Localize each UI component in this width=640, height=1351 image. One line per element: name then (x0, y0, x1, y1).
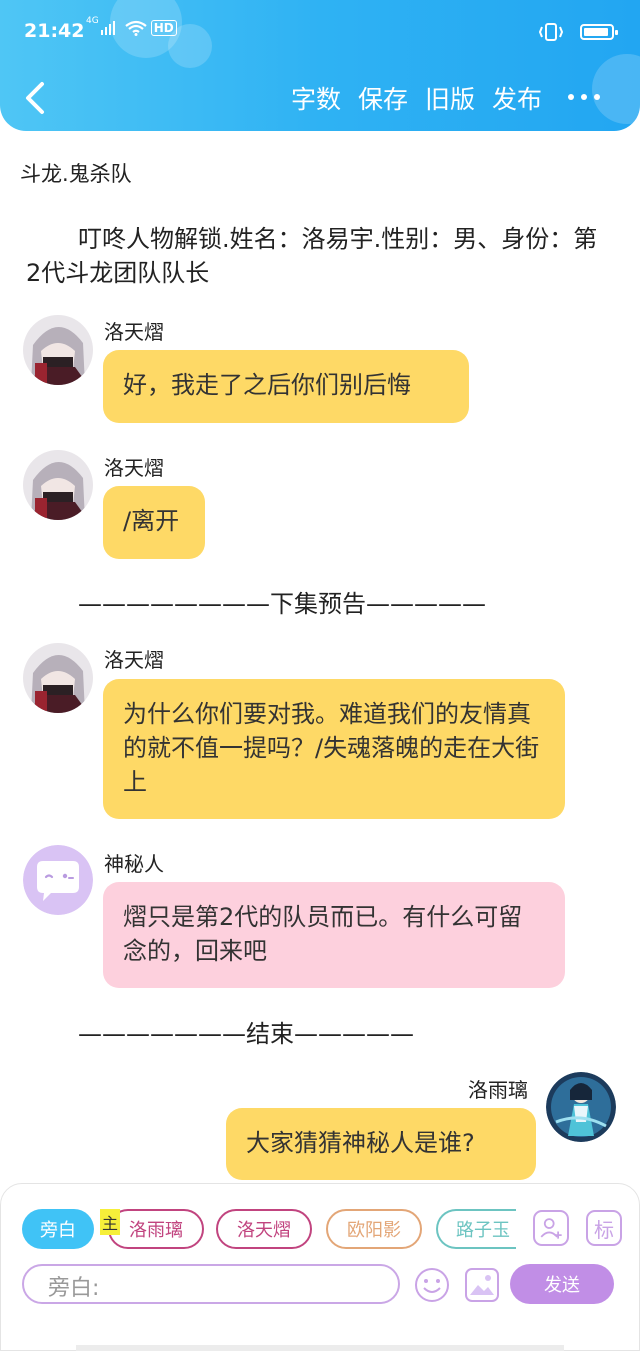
chat-bubble-avatar-icon (23, 845, 93, 915)
luoyuli-avatar (546, 1072, 616, 1142)
status-bar: 21:42 4G HD (0, 0, 640, 62)
main-character-badge: 主 (100, 1209, 120, 1235)
speaker-name: 洛天熠 (104, 456, 164, 480)
luotianyi-avatar (23, 450, 93, 520)
message-input[interactable]: 旁白: (22, 1264, 400, 1304)
add-role-icon[interactable] (533, 1210, 569, 1246)
keyboard-edge (76, 1345, 564, 1351)
role-chip-narrator[interactable]: 旁白 (22, 1209, 94, 1249)
send-button[interactable]: 发送 (510, 1264, 614, 1304)
role-chip-ouyangying[interactable]: 欧阳影 (326, 1209, 422, 1249)
status-icons: 4G HD (86, 16, 177, 36)
chapter-title: 斗龙.鬼杀队 (20, 162, 132, 186)
section-divider: ———————结束————— (78, 1020, 414, 1048)
save-button[interactable]: 保存 (358, 80, 408, 116)
speaker-name: 洛天熠 (104, 648, 164, 672)
luotianyi-avatar (23, 643, 93, 713)
top-app-bar: 21:42 4G HD 字数 保存 旧版 发布 (0, 0, 640, 131)
chat-bubble[interactable]: 为什么你们要对我。难道我们的友情真的就不值一提吗？/失魂落魄的走在大街上 (103, 679, 565, 819)
luotianyi-avatar (23, 315, 93, 385)
speaker-name: 神秘人 (104, 852, 164, 876)
image-icon[interactable] (464, 1267, 500, 1303)
role-chip-luziyu[interactable]: 路子玉 (436, 1209, 516, 1249)
status-time: 21:42 (24, 20, 85, 42)
toolbar-actions: 字数 保存 旧版 发布 (291, 80, 542, 116)
section-divider: ————————下集预告————— (78, 590, 486, 618)
word-count-button[interactable]: 字数 (291, 80, 341, 116)
role-chip-luotianyi[interactable]: 洛天熠 (216, 1209, 312, 1249)
wifi-icon (125, 20, 147, 36)
vibrate-icon (538, 23, 564, 41)
chat-bubble[interactable]: 熠只是第2代的队员而已。有什么可留念的，回来吧 (103, 882, 565, 988)
back-arrow-icon[interactable] (20, 78, 56, 118)
old-version-button[interactable]: 旧版 (425, 80, 475, 116)
chat-bubble[interactable]: /离开 (103, 486, 205, 559)
more-menu-icon[interactable] (568, 94, 600, 100)
editor-toolbar: 字数 保存 旧版 发布 (0, 72, 640, 124)
emoji-icon[interactable] (413, 1266, 451, 1304)
speaker-name: 洛雨璃 (468, 1078, 528, 1102)
publish-button[interactable]: 发布 (492, 80, 542, 116)
signal-icon (100, 21, 115, 35)
battery-level (584, 28, 608, 36)
chat-bubble[interactable]: 大家猜猜神秘人是谁? (226, 1108, 536, 1180)
hd-badge: HD (150, 20, 177, 36)
narration-text: 叮咚人物解锁.姓名：洛易宇.性别：男、身份：第2代斗龙团队队长 (26, 225, 598, 287)
battery-icon (580, 24, 618, 40)
network-type: 4G (86, 16, 99, 26)
chat-bubble[interactable]: 好，我走了之后你们别后悔 (103, 350, 469, 423)
speaker-name: 洛天熠 (104, 320, 164, 344)
role-chip-luoyuli[interactable]: 洛雨璃 (108, 1209, 204, 1249)
flag-icon[interactable]: 标 (586, 1210, 622, 1246)
